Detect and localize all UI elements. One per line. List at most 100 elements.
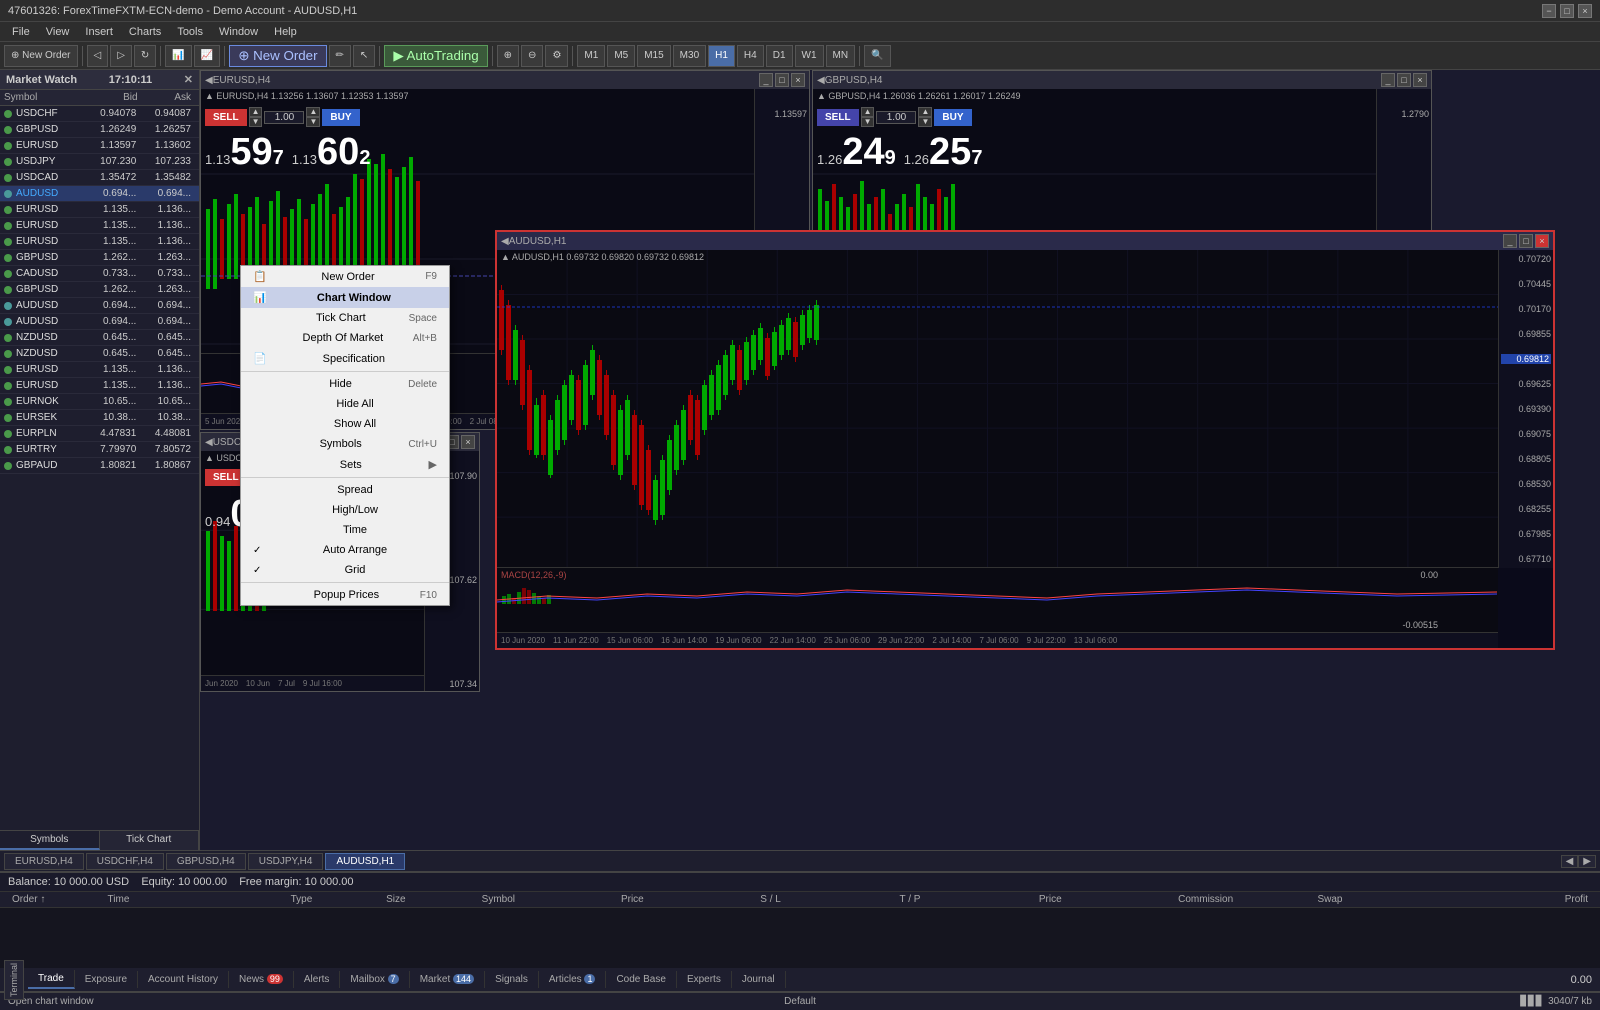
maximize-button[interactable]: □ [1560,4,1574,18]
list-item[interactable]: EURUSD 1.135... 1.136... [0,202,199,218]
term-tab-mailbox[interactable]: Mailbox 7 [340,971,409,988]
eurusd-size-input[interactable] [264,111,304,124]
ctx-spread[interactable]: Spread [241,480,449,500]
list-item[interactable]: AUDUSD 0.694... 0.694... [0,298,199,314]
gbpusd-sell-up[interactable]: ▲ [861,107,875,117]
term-tab-signals[interactable]: Signals [485,971,539,988]
menu-view[interactable]: View [38,24,78,40]
eurusd-buy-button[interactable]: BUY [322,109,359,126]
chart-gbpusd-restore[interactable]: □ [1397,73,1411,87]
list-item[interactable]: USDJPY 107.230 107.233 [0,154,199,170]
toolbar-forward-button[interactable]: ▷ [110,45,132,67]
ctx-grid[interactable]: ✓ Grid [241,560,449,580]
list-item[interactable]: NZDUSD 0.645... 0.645... [0,330,199,346]
toolbar-properties[interactable]: ⚙ [545,45,568,67]
market-watch-close[interactable]: ✕ [184,73,193,86]
menu-window[interactable]: Window [211,24,266,40]
chart-eurusd-minimize[interactable]: _ [759,73,773,87]
chart-tab-right[interactable]: ▶ [1578,855,1596,868]
menu-help[interactable]: Help [266,24,305,40]
list-item[interactable]: EURUSD 1.135... 1.136... [0,378,199,394]
chart-audusd-restore[interactable]: □ [1519,234,1533,248]
eurusd-sell-up[interactable]: ▲ [249,107,263,117]
term-tab-exposure[interactable]: Exposure [75,971,138,988]
ctx-hide[interactable]: Hide Delete [241,374,449,394]
chart-gbpusd-close[interactable]: × [1413,73,1427,87]
eurusd-sell-button[interactable]: SELL [205,109,247,126]
list-item[interactable]: GBPUSD 1.262... 1.263... [0,250,199,266]
term-tab-alerts[interactable]: Alerts [294,971,341,988]
ctx-hide-all[interactable]: Hide All [241,394,449,414]
toolbar-line-button[interactable]: 📈 [194,45,220,67]
toolbar-refresh-button[interactable]: ↻ [134,45,156,67]
list-item[interactable]: AUDUSD 0.694... 0.694... [0,186,199,202]
list-item[interactable]: AUDUSD 0.694... 0.694... [0,314,199,330]
toolbar-period-h4[interactable]: H4 [737,45,764,67]
list-item[interactable]: EURTRY 7.79970 7.80572 [0,442,199,458]
toolbar-period-m5[interactable]: M5 [607,45,635,67]
autotrading-button[interactable]: ▶ AutoTrading [384,45,487,67]
toolbar-period-mn[interactable]: MN [826,45,856,67]
toolbar-period-d1[interactable]: D1 [766,45,793,67]
gbpusd-buy-down[interactable]: ▼ [918,117,932,127]
ctx-auto-arrange[interactable]: ✓ Auto Arrange [241,540,449,560]
term-tab-journal[interactable]: Journal [732,971,786,988]
ctx-popup-prices[interactable]: Popup Prices F10 [241,585,449,605]
gbpusd-sell-button[interactable]: SELL [817,109,859,126]
menu-tools[interactable]: Tools [169,24,211,40]
ctx-time[interactable]: Time [241,520,449,540]
toolbar-zoom-in[interactable]: ⊕ [497,45,519,67]
chart-tab-usdchf[interactable]: USDCHF,H4 [86,853,164,870]
toolbar-period-h1[interactable]: H1 [708,45,735,67]
list-item[interactable]: GBPUSD 1.26249 1.26257 [0,122,199,138]
minimize-button[interactable]: − [1542,4,1556,18]
toolbar-period-m15[interactable]: M15 [637,45,670,67]
list-item[interactable]: CADUSD 0.733... 0.733... [0,266,199,282]
close-button[interactable]: × [1578,4,1592,18]
new-order-big-button[interactable]: ⊕ New Order [229,45,326,67]
new-order-button[interactable]: ⊕ New Order [4,45,78,67]
term-tab-news[interactable]: News 99 [229,971,294,988]
eurusd-buy-up[interactable]: ▲ [306,107,320,117]
toolbar-search[interactable]: 🔍 [864,45,890,67]
term-tab-experts[interactable]: Experts [677,971,732,988]
ctx-high-low[interactable]: High/Low [241,500,449,520]
ctx-chart-window[interactable]: 📊 Chart Window [241,287,449,308]
terminal-vertical-label[interactable]: Terminal [4,960,24,1000]
chart-audusd-minimize[interactable]: _ [1503,234,1517,248]
chart-usdchf-close[interactable]: × [461,435,475,449]
list-item[interactable]: GBPAUD 1.80821 1.80867 [0,458,199,474]
toolbar-period-m30[interactable]: M30 [673,45,706,67]
gbpusd-buy-button[interactable]: BUY [934,109,971,126]
list-item[interactable]: USDCAD 1.35472 1.35482 [0,170,199,186]
list-item[interactable]: USDCHF 0.94078 0.94087 [0,106,199,122]
chart-tab-audusd[interactable]: AUDUSD,H1 [325,853,405,870]
chart-tab-eurusd[interactable]: EURUSD,H4 [4,853,84,870]
ctx-specification[interactable]: 📄 Specification [241,348,449,369]
list-item[interactable]: EURNOK 10.65... 10.65... [0,394,199,410]
menu-file[interactable]: File [4,24,38,40]
toolbar-period-m1[interactable]: M1 [577,45,605,67]
chart-eurusd-restore[interactable]: □ [775,73,789,87]
chart-eurusd-close[interactable]: × [791,73,805,87]
list-item[interactable]: EURUSD 1.135... 1.136... [0,234,199,250]
chart-audusd-close[interactable]: × [1535,234,1549,248]
toolbar-cursor[interactable]: ↖ [353,45,375,67]
toolbar-zoom-out[interactable]: ⊖ [521,45,543,67]
ctx-sets[interactable]: Sets ▶ [241,454,449,475]
term-tab-articles[interactable]: Articles 1 [539,971,607,988]
list-item[interactable]: EURPLN 4.47831 4.48081 [0,426,199,442]
mw-tab-tick-chart[interactable]: Tick Chart [100,831,200,850]
term-tab-market[interactable]: Market 144 [410,971,485,988]
list-item[interactable]: NZDUSD 0.645... 0.645... [0,346,199,362]
list-item[interactable]: EURSEK 10.38... 10.38... [0,410,199,426]
eurusd-buy-down[interactable]: ▼ [306,117,320,127]
list-item[interactable]: EURUSD 1.13597 1.13602 [0,138,199,154]
ctx-tick-chart[interactable]: Tick Chart Space [241,308,449,328]
toolbar-pencil[interactable]: ✏ [329,45,351,67]
ctx-show-all[interactable]: Show All [241,414,449,434]
menu-charts[interactable]: Charts [121,24,169,40]
ctx-depth-of-market[interactable]: Depth Of Market Alt+B [241,328,449,348]
chart-tab-usdjpy[interactable]: USDJPY,H4 [248,853,324,870]
gbpusd-size-input[interactable] [876,111,916,124]
